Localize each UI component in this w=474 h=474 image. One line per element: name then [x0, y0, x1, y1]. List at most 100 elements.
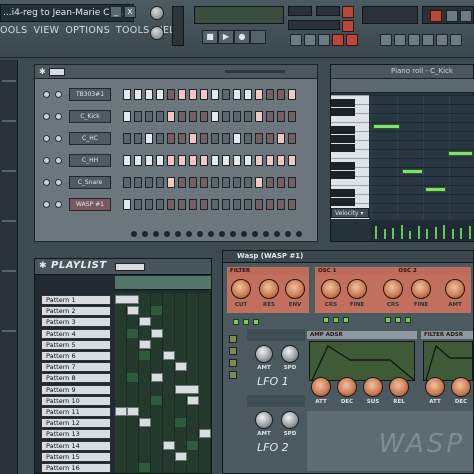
view-button[interactable] — [408, 34, 420, 46]
step-button[interactable] — [178, 177, 186, 188]
step-button[interactable] — [277, 133, 285, 144]
step-button[interactable] — [189, 177, 197, 188]
note[interactable] — [425, 187, 446, 192]
osc2-coarse-knob[interactable] — [383, 279, 403, 299]
channel-name-button[interactable]: C_HH — [69, 154, 111, 167]
black-key[interactable] — [331, 162, 355, 170]
pattern-label[interactable]: Pattern 1 — [41, 295, 111, 305]
playlist-timeline[interactable] — [115, 276, 211, 290]
step-button[interactable] — [277, 89, 285, 100]
resonance-knob[interactable] — [259, 279, 279, 299]
step-button[interactable] — [200, 155, 208, 166]
master-pitch-knob[interactable] — [150, 26, 164, 40]
filter-attack-knob[interactable] — [425, 377, 445, 397]
browser-item[interactable] — [2, 270, 16, 272]
black-key[interactable] — [331, 108, 355, 116]
snap-toggle[interactable] — [430, 10, 442, 22]
step-button[interactable] — [288, 89, 296, 100]
step-button[interactable] — [211, 155, 219, 166]
step-button[interactable] — [178, 89, 186, 100]
step-button[interactable] — [189, 89, 197, 100]
pattern-clip[interactable] — [139, 317, 151, 327]
step-button[interactable] — [156, 177, 164, 188]
step-button[interactable] — [200, 133, 208, 144]
velocity-lane[interactable] — [371, 221, 474, 241]
step-button[interactable] — [266, 133, 274, 144]
amp-attack-knob[interactable] — [311, 377, 331, 397]
step-button[interactable] — [255, 199, 263, 210]
channel-pan-knob[interactable] — [55, 157, 62, 164]
step-button[interactable] — [123, 199, 131, 210]
step-button[interactable] — [277, 155, 285, 166]
pattern-label[interactable]: Pattern 6 — [41, 351, 111, 361]
step-button[interactable] — [145, 111, 153, 122]
stop-button[interactable]: ■ — [202, 30, 218, 44]
pattern-label[interactable]: Pattern 9 — [41, 384, 111, 395]
piano-roll-timeline[interactable] — [331, 79, 474, 93]
master-volume-knob[interactable] — [150, 6, 164, 20]
step-button[interactable] — [145, 133, 153, 144]
step-button[interactable] — [145, 155, 153, 166]
velocity-bar[interactable] — [392, 228, 394, 239]
step-button[interactable] — [211, 111, 219, 122]
pattern-label[interactable]: Pattern 11 — [41, 407, 111, 417]
step-button[interactable] — [222, 133, 230, 144]
step-button[interactable] — [266, 89, 274, 100]
waveform-button[interactable] — [333, 317, 339, 323]
pattern-clip[interactable] — [175, 384, 199, 394]
step-button[interactable] — [123, 89, 131, 100]
step-button[interactable] — [178, 111, 186, 122]
lfo2-amount-knob[interactable] — [255, 411, 273, 429]
pattern-label[interactable]: Pattern 7 — [41, 362, 111, 373]
step-button[interactable] — [211, 133, 219, 144]
pattern-label[interactable]: Pattern 3 — [41, 317, 111, 328]
step-button[interactable] — [255, 177, 263, 188]
channel-mute-led[interactable] — [43, 113, 50, 120]
channel-pan-knob[interactable] — [55, 201, 62, 208]
amp-sustain-knob[interactable] — [363, 377, 383, 397]
tool-button[interactable] — [318, 34, 330, 46]
velocity-bar[interactable] — [409, 231, 411, 239]
loop-toggle[interactable] — [460, 10, 472, 22]
menu-view[interactable]: VIEW — [33, 25, 59, 41]
pattern-clip[interactable] — [175, 362, 187, 372]
mode-button[interactable] — [229, 359, 237, 367]
tempo-display[interactable] — [362, 6, 418, 24]
step-button[interactable] — [156, 199, 164, 210]
step-button[interactable] — [244, 155, 252, 166]
record-toggle[interactable] — [342, 6, 354, 18]
pattern-selector[interactable] — [49, 68, 65, 76]
step-button[interactable] — [167, 199, 175, 210]
step-button[interactable] — [222, 177, 230, 188]
velocity-bar[interactable] — [375, 226, 377, 239]
step-button[interactable] — [156, 155, 164, 166]
step-button[interactable] — [277, 111, 285, 122]
step-button[interactable] — [167, 111, 175, 122]
step-button[interactable] — [233, 155, 241, 166]
step-button[interactable] — [233, 133, 241, 144]
osc2-fine-knob[interactable] — [411, 279, 431, 299]
step-button[interactable] — [189, 111, 197, 122]
step-button[interactable] — [123, 177, 131, 188]
pattern-label[interactable]: Pattern 10 — [41, 395, 111, 406]
step-button[interactable] — [288, 177, 296, 188]
channel-name-button[interactable]: WASP #1 — [69, 198, 111, 211]
pattern-clip[interactable] — [175, 451, 187, 461]
step-button[interactable] — [222, 111, 230, 122]
step-button[interactable] — [255, 133, 263, 144]
step-button[interactable] — [233, 177, 241, 188]
tool-button[interactable] — [332, 34, 344, 46]
tool-button[interactable] — [346, 34, 358, 46]
pattern-label[interactable]: Pattern 16 — [41, 463, 111, 473]
step-button[interactable] — [156, 89, 164, 100]
velocity-bar[interactable] — [468, 226, 471, 239]
view-button[interactable] — [380, 34, 392, 46]
velocity-bar[interactable] — [400, 225, 403, 239]
lfo2-wave-select[interactable] — [247, 395, 305, 407]
black-key[interactable] — [331, 144, 355, 152]
lfo1-amount-knob[interactable] — [255, 345, 273, 363]
browser-item[interactable] — [2, 170, 16, 172]
channel-name-button[interactable]: TB303#1 — [69, 88, 111, 101]
channel-mute-led[interactable] — [43, 91, 50, 98]
velocity-bar[interactable] — [417, 226, 420, 239]
